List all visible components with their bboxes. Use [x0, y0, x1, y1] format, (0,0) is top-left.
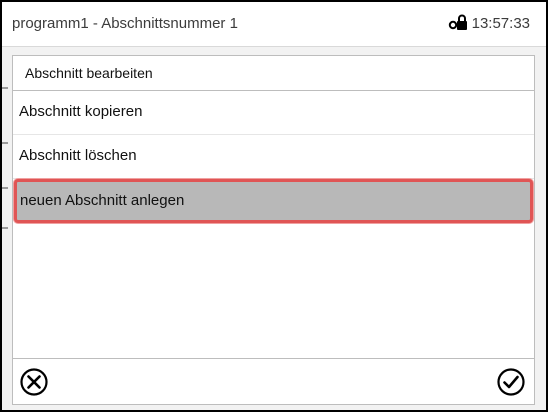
status-area: 13:57:33: [448, 14, 530, 32]
device-screen: programm1 - Abschnittsnummer 1 13:57:33 …: [0, 0, 548, 412]
menu-item-new-section[interactable]: neuen Abschnitt anlegen: [14, 179, 533, 223]
menu-item-label: neuen Abschnitt anlegen: [20, 192, 185, 209]
menu-item-label: Abschnitt löschen: [19, 147, 137, 164]
menu-item-delete-section[interactable]: Abschnitt löschen: [13, 135, 534, 179]
background-divider: [2, 227, 8, 229]
lock-icon: [448, 14, 467, 30]
menu-header: Abschnitt bearbeiten: [13, 56, 534, 91]
edit-section-menu: Abschnitt bearbeiten Abschnitt kopieren …: [12, 55, 535, 405]
clock-time: 13:57:33: [471, 14, 530, 32]
background-divider: [2, 87, 8, 89]
title-bar: programm1 - Abschnittsnummer 1 13:57:33: [2, 2, 546, 47]
menu-item-label: Abschnitt kopieren: [19, 103, 143, 120]
cancel-circle-x-icon[interactable]: [19, 367, 49, 397]
background-divider: [2, 142, 8, 144]
menu-title: Abschnitt bearbeiten: [25, 65, 153, 81]
background-divider: [2, 187, 8, 189]
confirm-circle-check-icon[interactable]: [496, 367, 526, 397]
menu-item-copy-section[interactable]: Abschnitt kopieren: [13, 91, 534, 135]
program-title: programm1 - Abschnittsnummer 1: [12, 15, 238, 32]
dialog-footer: [13, 358, 534, 404]
